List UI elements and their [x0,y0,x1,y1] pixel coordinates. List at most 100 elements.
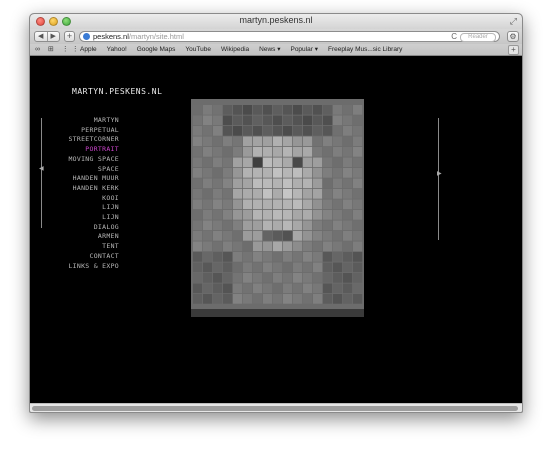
mosaic-tile [323,220,333,231]
mosaic-tile [223,220,233,231]
add-tab-button[interactable]: + [508,45,519,55]
mosaic-tile [323,157,333,168]
mosaic-tile [293,283,303,294]
bookmarks-list: Apple Yahoo! Google Maps YouTube Wikiped… [80,44,402,55]
mosaic-tile [193,147,203,157]
next-arrow-icon[interactable]: ▶ [437,170,442,177]
mosaic-tile [293,231,303,241]
site-menu-item[interactable]: SPACE [68,165,119,175]
mosaic-tile [283,136,293,147]
mosaic-tile [343,262,353,273]
url-text[interactable]: peskens.nl/martyn/site.html [93,32,184,41]
mosaic-tile [233,273,243,283]
mosaic-tile [233,157,243,168]
mosaic-tile [263,273,273,283]
bookmark-item[interactable]: YouTube [185,44,211,55]
mosaic-tile [293,157,303,168]
mosaic-tile [343,168,353,178]
title-bar: martyn.peskens.nl ⤢ [30,14,522,29]
mosaic-tile [303,220,313,231]
mosaic-tile [303,126,313,136]
site-menu-item[interactable]: KOOI [68,194,119,204]
site-menu-item[interactable]: ARMEN [68,232,119,242]
mosaic-tile [323,126,333,136]
mosaic-tile [243,147,253,157]
bookmarks-toggle-icons[interactable]: ∞ ⊞ ⋮⋮ [35,44,82,55]
horizontal-scrollbar[interactable] [30,403,522,412]
mosaic-tile [293,262,303,273]
mosaic-tile [233,283,243,294]
mosaic-tile [323,105,333,115]
mosaic-tile [203,105,213,115]
mosaic-tile [203,241,213,252]
gear-icon[interactable]: ⚙ [507,31,519,42]
mosaic-tile [303,241,313,252]
mosaic-tile [353,189,363,199]
site-menu: MARTYN PERPETUAL STREETCORNER PORTRAIT MOVIN… [68,116,119,271]
mosaic-tile [323,262,333,273]
mosaic-tile [233,294,243,304]
mosaic-tile [353,210,363,220]
site-menu-item[interactable]: LIJN [68,203,119,213]
site-menu-item[interactable]: DIALOG [68,223,119,233]
scrollbar-thumb[interactable] [32,406,518,411]
mosaic-tile [213,105,223,115]
bookmark-item[interactable]: Wikipedia [221,44,249,55]
site-title[interactable]: MARTYN.PESKENS.NL [72,87,162,96]
mosaic-tile [293,210,303,220]
bookmark-item[interactable]: News ▾ [259,44,280,55]
site-menu-item[interactable]: CONTACT [68,252,119,262]
mosaic-tile [343,241,353,252]
bookmark-item[interactable]: Popular ▾ [290,44,317,55]
add-bookmark-button[interactable]: + [64,31,75,42]
mosaic-tile [313,283,323,294]
mosaic-tile [233,252,243,262]
site-menu-item[interactable]: LIJN [68,213,119,223]
back-button[interactable]: ◀ [35,32,47,41]
mosaic-tile [333,178,343,189]
site-menu-item[interactable]: TENT [68,242,119,252]
site-menu-item[interactable]: HANDEN KERK [68,184,119,194]
mosaic-tile [323,136,333,147]
browser-toolbar: ◀ ▶ + peskens.nl/martyn/site.html C Read… [30,29,522,44]
site-menu-item[interactable]: PORTRAIT [68,145,119,155]
bookmark-item[interactable]: Apple [80,44,97,55]
mosaic-tile [233,210,243,220]
mosaic-tile [253,126,263,136]
gallery-floor [191,309,364,317]
fullscreen-icon[interactable]: ⤢ [510,16,517,27]
mosaic-tile [213,283,223,294]
previous-arrow-icon[interactable]: ◀ [39,165,44,172]
mosaic-tile [353,273,363,283]
mosaic-tile [303,189,313,199]
mosaic-tile [313,199,323,210]
mosaic-tile [253,294,263,304]
site-menu-item[interactable]: PERPETUAL [68,126,119,136]
mosaic-tile [203,168,213,178]
mosaic-tile [253,178,263,189]
mosaic-tile [233,136,243,147]
site-menu-item[interactable]: MOVING SPACE [68,155,119,165]
mosaic-tile [273,199,283,210]
mosaic-tile [273,220,283,231]
reload-icon[interactable]: C [451,32,457,41]
reader-button[interactable]: Reader [460,33,496,42]
mosaic-tile [233,168,243,178]
forward-button[interactable]: ▶ [46,32,60,41]
mosaic-tile [303,178,313,189]
site-menu-item[interactable]: STREETCORNER [68,135,119,145]
bookmark-item[interactable]: Google Maps [137,44,176,55]
bookmark-item[interactable]: Freeplay Mus...sic Library [328,44,402,55]
mosaic-tile [243,168,253,178]
mosaic-tile [203,210,213,220]
site-menu-item[interactable]: LINKS & EXPO [68,262,119,272]
address-bar[interactable]: peskens.nl/martyn/site.html C Reader [79,31,500,42]
mosaic-tile [333,115,343,126]
mosaic-tile [223,262,233,273]
mosaic-tile [223,126,233,136]
bookmark-item[interactable]: Yahoo! [107,44,127,55]
portrait-artwork-image [191,99,364,317]
site-menu-item[interactable]: MARTYN [68,116,119,126]
mosaic-tile [223,147,233,157]
site-menu-item[interactable]: HANDEN MUUR [68,174,119,184]
